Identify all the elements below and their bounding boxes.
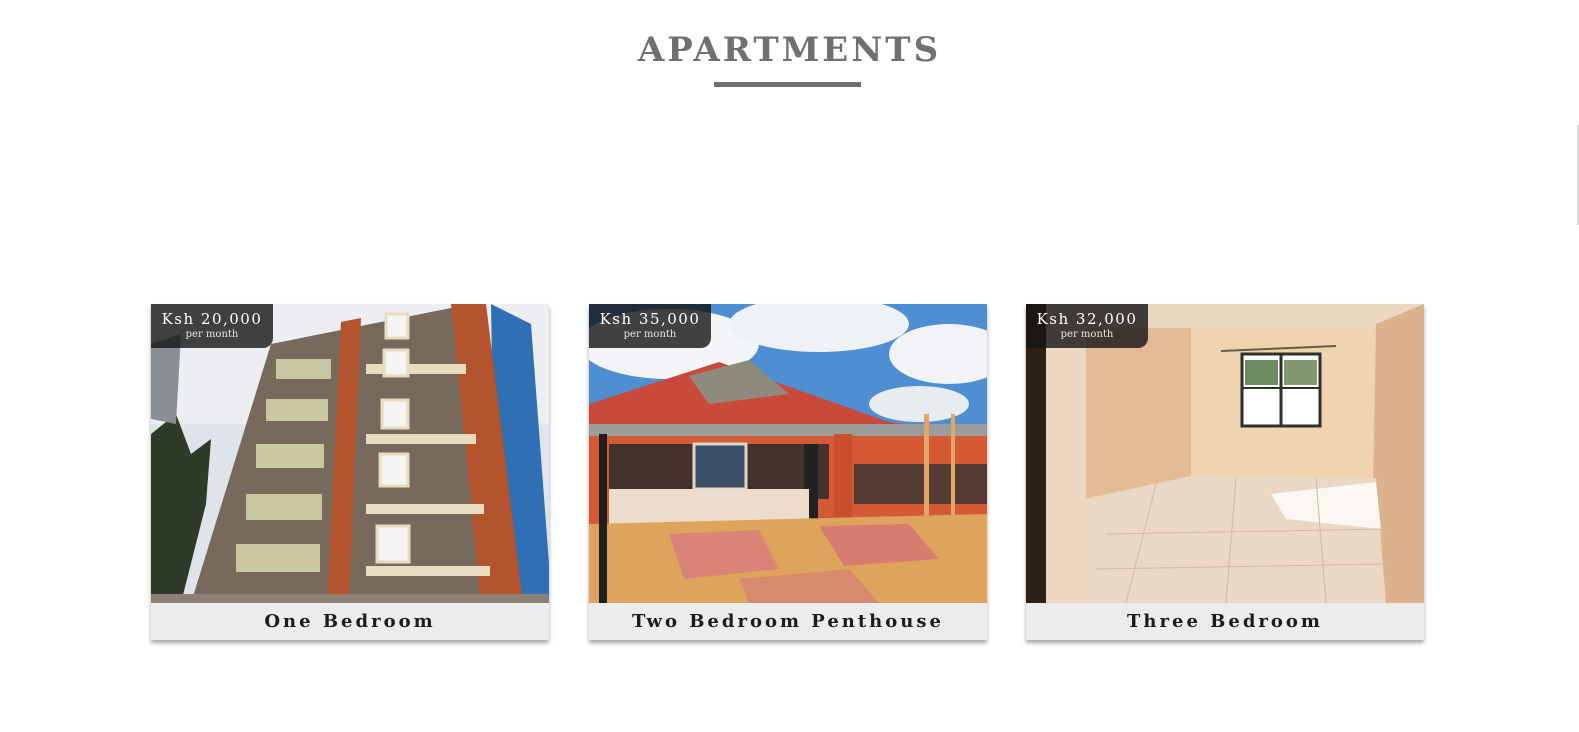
listing-card-one-bedroom[interactable]: Ksh 20,000 per month One Bedroom [151, 304, 549, 640]
listing-title[interactable]: One Bedroom [151, 603, 549, 640]
price-amount: Ksh 20,000 [161, 310, 263, 328]
listing-title[interactable]: Two Bedroom Penthouse [589, 603, 987, 640]
price-badge: Ksh 32,000 per month [1026, 304, 1148, 348]
apartment-building-photo[interactable]: Ksh 20,000 per month [151, 304, 549, 603]
price-badge: Ksh 20,000 per month [151, 304, 273, 348]
penthouse-terrace-photo[interactable]: Ksh 35,000 per month [589, 304, 987, 603]
price-period: per month [623, 329, 677, 340]
listing-card-two-bedroom-penthouse[interactable]: Ksh 35,000 per month Two Bedroom Penthou… [589, 304, 987, 640]
title-underline [714, 82, 861, 87]
listing-card-three-bedroom[interactable]: Ksh 32,000 per month Three Bedroom [1026, 304, 1424, 640]
price-period: per month [185, 329, 239, 340]
bedroom-interior-photo[interactable]: Ksh 32,000 per month [1026, 304, 1424, 603]
price-badge: Ksh 35,000 per month [589, 304, 711, 348]
price-amount: Ksh 35,000 [599, 310, 701, 328]
price-amount: Ksh 32,000 [1036, 310, 1138, 328]
price-period: per month [1060, 329, 1114, 340]
section-title: APARTMENTS [637, 30, 942, 70]
listing-title[interactable]: Three Bedroom [1026, 603, 1424, 640]
